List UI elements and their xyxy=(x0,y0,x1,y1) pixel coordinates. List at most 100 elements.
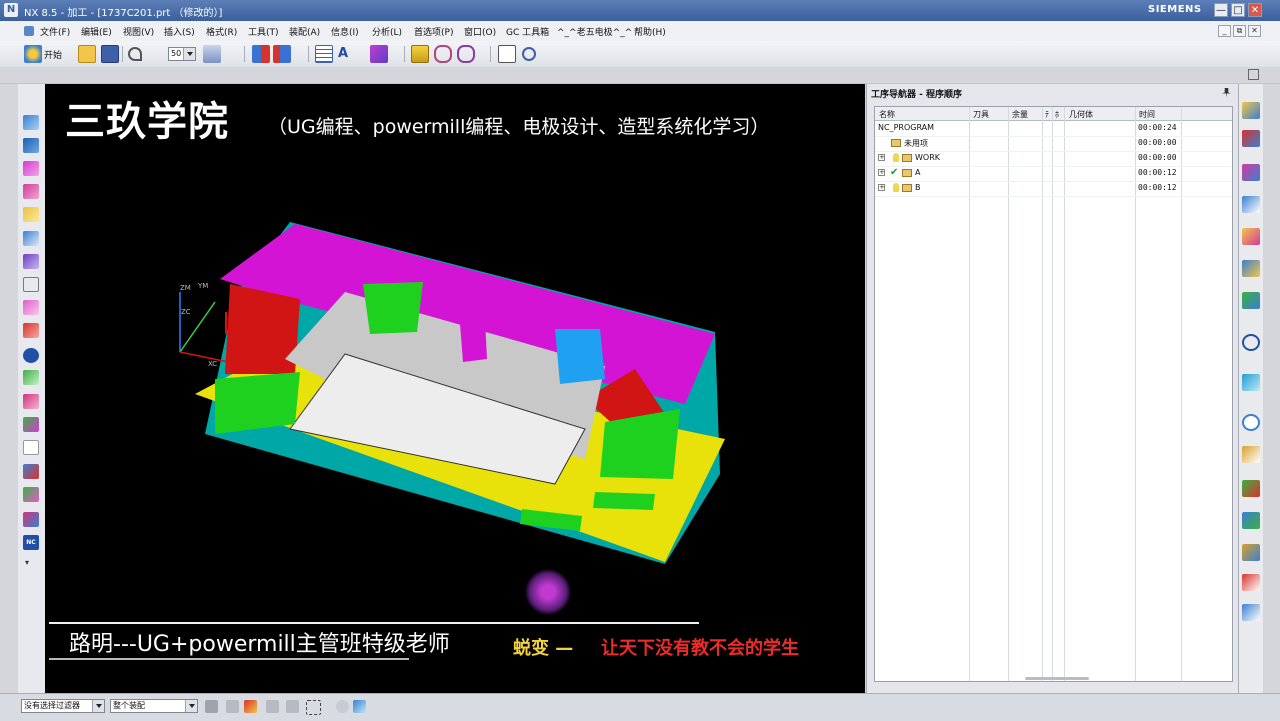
menu-analysis[interactable]: 分析(L) xyxy=(372,25,402,38)
type-filter-select[interactable]: 没有选择过滤器 xyxy=(21,699,105,713)
mdi-close-button[interactable]: ✕ xyxy=(1248,25,1261,37)
toolbar-more-icon[interactable]: ▾ xyxy=(25,558,29,567)
nc-output-icon[interactable]: NC xyxy=(23,535,39,550)
history-icon[interactable] xyxy=(1242,374,1260,391)
process-studio-icon[interactable] xyxy=(1242,480,1260,497)
reuse-library-icon[interactable] xyxy=(1242,260,1260,277)
column-header-geometry[interactable]: 几何体 xyxy=(1069,109,1093,120)
manufacturing-wizard-icon[interactable] xyxy=(1242,512,1260,529)
rectangle-select-icon[interactable] xyxy=(306,700,321,715)
part-navigator-icon[interactable] xyxy=(370,45,388,63)
render-style-icon[interactable] xyxy=(252,45,270,63)
simulate-icon[interactable] xyxy=(457,45,475,63)
expand-icon[interactable]: + xyxy=(878,154,885,161)
output-cls-icon[interactable] xyxy=(498,45,516,63)
annotation-icon[interactable]: A xyxy=(338,45,356,63)
snap-point-icon[interactable] xyxy=(226,700,239,713)
machine-tool-view-icon[interactable] xyxy=(23,254,39,269)
create-method-icon[interactable] xyxy=(23,184,39,199)
chevron-down-icon[interactable] xyxy=(183,48,195,60)
menu-gc-toolbox[interactable]: GC 工具箱 xyxy=(506,25,549,38)
assembly-navigator-icon[interactable] xyxy=(1242,102,1260,119)
roles-icon[interactable] xyxy=(1242,544,1260,561)
mold-model[interactable] xyxy=(45,84,865,693)
start-button-label[interactable]: 开始 xyxy=(44,48,62,61)
edit-object-icon[interactable] xyxy=(23,323,39,338)
geometry-view-icon[interactable] xyxy=(23,277,39,292)
clock-icon[interactable] xyxy=(1242,414,1260,431)
chevron-down-icon[interactable] xyxy=(185,700,197,712)
column-header-stock[interactable]: 余量 xyxy=(1012,109,1028,120)
selection-scope-select[interactable]: 整个装配 xyxy=(110,699,198,713)
chevron-down-icon[interactable] xyxy=(92,700,104,712)
generate-toolpath-icon[interactable] xyxy=(23,370,39,385)
info-icon[interactable] xyxy=(23,348,39,363)
expand-icon[interactable]: + xyxy=(878,184,885,191)
undo-icon[interactable] xyxy=(128,47,142,61)
app-menu-icon[interactable] xyxy=(24,26,34,36)
column-header-narrow-2[interactable]: ﾎ xyxy=(1055,109,1059,120)
create-program-icon[interactable] xyxy=(23,115,39,130)
menu-edit[interactable]: 编辑(E) xyxy=(81,25,112,38)
save-icon[interactable] xyxy=(101,45,119,63)
start-icon[interactable] xyxy=(24,45,42,63)
constraint-navigator-icon[interactable] xyxy=(1242,130,1260,147)
table-row[interactable]: + WORK 00:00:00 xyxy=(875,151,1232,167)
close-button[interactable]: ✕ xyxy=(1248,3,1262,17)
mdi-minimize-button[interactable]: _ xyxy=(1218,25,1231,37)
filter-settings-icon[interactable] xyxy=(205,700,218,713)
curve-rule-icon[interactable] xyxy=(286,700,299,713)
operation-tree-table[interactable]: 名称 刀具 余量 ﾃ ﾎ 几何体 时间 NC_PROGRAM 00:00:24 … xyxy=(874,106,1233,682)
create-tool-icon[interactable] xyxy=(23,138,39,153)
layer-icon[interactable] xyxy=(203,45,221,63)
menu-insert[interactable]: 插入(S) xyxy=(164,25,195,38)
palette-icon[interactable] xyxy=(1242,604,1260,621)
menu-assembly[interactable]: 装配(A) xyxy=(289,25,320,38)
operation-navigator-icon[interactable] xyxy=(1242,196,1260,213)
search-icon[interactable] xyxy=(522,47,536,61)
verify-icon[interactable] xyxy=(434,45,452,63)
column-header-tool[interactable]: 刀具 xyxy=(973,109,989,120)
select-all-icon[interactable] xyxy=(353,700,366,713)
web-browser-icon[interactable] xyxy=(1242,334,1260,351)
menu-electrode-plugin[interactable]: ^_^老五电极^_^ xyxy=(557,25,632,38)
menu-format[interactable]: 格式(R) xyxy=(206,25,237,38)
intent-icon[interactable] xyxy=(266,700,279,713)
feeds-speeds-icon[interactable] xyxy=(23,487,39,502)
maximize-button[interactable]: □ xyxy=(1231,3,1245,17)
postprocess-icon[interactable] xyxy=(23,440,39,455)
verify-toolpath-icon[interactable] xyxy=(23,417,39,432)
menu-view[interactable]: 视图(V) xyxy=(123,25,154,38)
menu-window[interactable]: 窗口(O) xyxy=(464,25,496,38)
column-header-time[interactable]: 时间 xyxy=(1139,109,1155,120)
minimize-button[interactable]: — xyxy=(1214,3,1228,17)
column-header-narrow-1[interactable]: ﾃ xyxy=(1045,109,1049,120)
menu-file[interactable]: 文件(F) xyxy=(40,25,70,38)
machine-navigator-icon[interactable] xyxy=(1242,228,1260,245)
create-geometry-icon[interactable] xyxy=(23,161,39,176)
deselect-icon[interactable] xyxy=(336,700,349,713)
system-scene-icon[interactable] xyxy=(1242,574,1260,591)
fullscreen-icon[interactable] xyxy=(1248,69,1259,80)
menu-info[interactable]: 信息(I) xyxy=(331,25,359,38)
table-row[interactable]: 未用项 00:00:00 xyxy=(875,136,1232,152)
graphics-viewport[interactable]: 三玖学院 （UG编程、powermill编程、电极设计、造型系统化学习） ZM … xyxy=(45,84,865,693)
open-folder-icon[interactable] xyxy=(78,45,96,63)
method-view-icon[interactable] xyxy=(23,300,39,315)
menu-preferences[interactable]: 首选项(P) xyxy=(414,25,453,38)
table-row[interactable]: + ✔ A 00:00:12 xyxy=(875,166,1232,182)
part-navigator-icon[interactable] xyxy=(1242,164,1260,181)
table-row[interactable]: + B 00:00:12 xyxy=(875,181,1232,197)
table-icon[interactable] xyxy=(315,45,333,63)
mdi-restore-button[interactable]: ⧉ xyxy=(1233,25,1246,37)
shop-doc-icon[interactable] xyxy=(23,464,39,479)
column-header-name[interactable]: 名称 xyxy=(879,109,895,120)
machine-library-icon[interactable] xyxy=(1242,292,1260,309)
system-materials-icon[interactable] xyxy=(1242,446,1260,463)
table-row[interactable]: NC_PROGRAM 00:00:24 xyxy=(875,121,1232,137)
program-order-view-icon[interactable] xyxy=(23,231,39,246)
replay-toolpath-icon[interactable] xyxy=(23,394,39,409)
edge-display-icon[interactable] xyxy=(273,45,291,63)
zoom-combo[interactable]: 50 xyxy=(168,47,196,61)
menu-help[interactable]: 帮助(H) xyxy=(634,25,666,38)
